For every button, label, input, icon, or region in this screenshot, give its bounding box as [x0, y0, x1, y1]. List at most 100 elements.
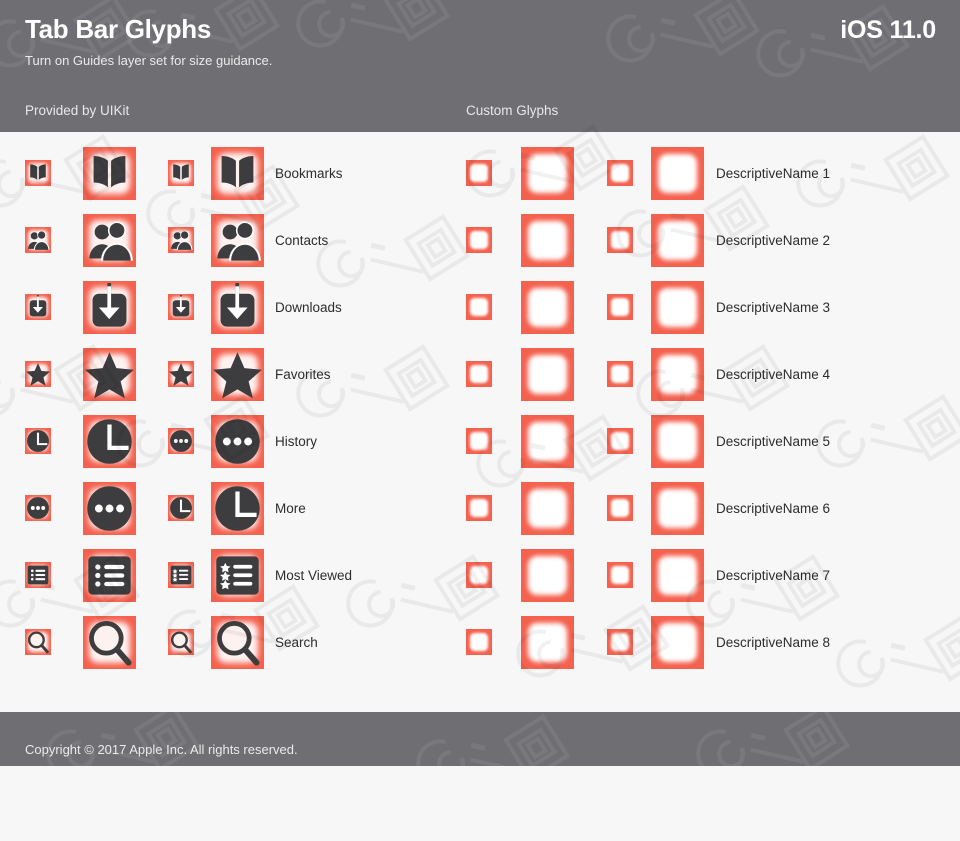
custom-glyph-large-regular[interactable]: [521, 348, 574, 401]
custom-glyph-small-regular[interactable]: [466, 361, 492, 387]
custom-glyph-small-compact[interactable]: [607, 294, 633, 320]
empty-placeholder-icon-art: [521, 616, 574, 669]
empty-placeholder-icon-art: [607, 160, 633, 186]
star-icon: [168, 361, 194, 387]
glyph-row: DescriptiveName 8: [0, 609, 960, 676]
empty-placeholder-icon-art: [651, 348, 704, 401]
custom-glyph-label: DescriptiveName 1: [716, 166, 831, 181]
custom-glyph-large-regular[interactable]: [521, 147, 574, 200]
glyph-row: DescriptiveName 4: [0, 341, 960, 408]
uikit-glyph-large-regular[interactable]: [83, 147, 136, 200]
custom-glyph-large-compact[interactable]: [651, 214, 704, 267]
custom-glyph-label: DescriptiveName 8: [716, 635, 831, 650]
uikit-glyph-large-regular[interactable]: [83, 415, 136, 468]
custom-glyph-small-regular[interactable]: [466, 227, 492, 253]
search-icon: [25, 629, 51, 655]
custom-glyph-large-regular[interactable]: [521, 415, 574, 468]
custom-glyph-small-regular[interactable]: [466, 160, 492, 186]
uikit-glyph-small-compact[interactable]: [168, 629, 194, 655]
empty-placeholder-icon-art: [651, 214, 704, 267]
empty-placeholder-icon: [521, 147, 574, 200]
empty-placeholder-icon: [651, 348, 704, 401]
custom-glyph-small-compact[interactable]: [607, 361, 633, 387]
uikit-glyph-large-compact[interactable]: [211, 415, 264, 468]
custom-glyph-large-regular[interactable]: [521, 482, 574, 535]
uikit-glyph-small-regular[interactable]: [25, 227, 51, 253]
star-icon-art: [25, 361, 51, 387]
uikit-glyph-large-regular[interactable]: [83, 348, 136, 401]
empty-placeholder-icon: [651, 415, 704, 468]
custom-glyph-large-regular[interactable]: [521, 549, 574, 602]
empty-placeholder-icon-art: [651, 281, 704, 334]
uikit-glyph-large-regular[interactable]: [83, 549, 136, 602]
empty-placeholder-icon: [466, 294, 492, 320]
empty-placeholder-icon: [521, 415, 574, 468]
uikit-glyph-large-regular[interactable]: [83, 616, 136, 669]
star-icon: [211, 348, 264, 401]
empty-placeholder-icon-art: [651, 482, 704, 535]
empty-placeholder-icon: [521, 348, 574, 401]
uikit-glyph-small-regular[interactable]: [25, 562, 51, 588]
custom-glyph-large-regular[interactable]: [521, 281, 574, 334]
custom-glyph-large-compact[interactable]: [651, 616, 704, 669]
custom-glyph-large-regular[interactable]: [521, 616, 574, 669]
uikit-glyph-small-regular[interactable]: [25, 428, 51, 454]
custom-glyph-large-compact[interactable]: [651, 549, 704, 602]
custom-glyph-small-compact[interactable]: [607, 562, 633, 588]
uikit-glyph-large-compact[interactable]: [211, 348, 264, 401]
custom-glyph-large-compact[interactable]: [651, 348, 704, 401]
custom-glyph-small-compact[interactable]: [607, 227, 633, 253]
uikit-glyph-large-regular[interactable]: [83, 281, 136, 334]
download-icon-art: [168, 294, 194, 320]
uikit-glyph-large-regular[interactable]: [83, 214, 136, 267]
custom-glyph-label: DescriptiveName 5: [716, 434, 831, 449]
uikit-glyph-large-compact[interactable]: [211, 616, 264, 669]
uikit-glyph-small-regular[interactable]: [25, 160, 51, 186]
uikit-glyph-small-compact[interactable]: [168, 361, 194, 387]
custom-glyph-large-compact[interactable]: [651, 415, 704, 468]
uikit-glyph-small-compact[interactable]: [168, 562, 194, 588]
page-subtitle: Turn on Guides layer set for size guidan…: [25, 53, 273, 68]
uikit-glyph-large-regular[interactable]: [83, 482, 136, 535]
empty-placeholder-icon: [466, 361, 492, 387]
uikit-glyph-small-regular[interactable]: [25, 495, 51, 521]
uikit-glyph-large-compact[interactable]: [211, 147, 264, 200]
uikit-glyph-small-regular[interactable]: [25, 361, 51, 387]
clock-icon: [25, 428, 51, 454]
uikit-glyph-small-regular[interactable]: [25, 629, 51, 655]
custom-glyph-label: DescriptiveName 6: [716, 501, 831, 516]
uikit-glyph-small-compact[interactable]: [168, 428, 194, 454]
uikit-glyph-large-compact[interactable]: [211, 281, 264, 334]
custom-glyph-small-regular[interactable]: [466, 629, 492, 655]
search-icon-art: [168, 629, 194, 655]
uikit-glyph-large-compact[interactable]: [211, 482, 264, 535]
custom-glyph-small-compact[interactable]: [607, 629, 633, 655]
custom-glyph-large-regular[interactable]: [521, 214, 574, 267]
glyph-grid: Bookmarks Contacts Downloads Favorites Histo…: [0, 132, 960, 712]
uikit-glyph-small-regular[interactable]: [25, 294, 51, 320]
star-icon: [83, 348, 136, 401]
uikit-glyph-small-compact[interactable]: [168, 227, 194, 253]
custom-glyph-small-regular[interactable]: [466, 428, 492, 454]
contacts-icon: [83, 214, 136, 267]
custom-glyph-large-compact[interactable]: [651, 147, 704, 200]
glyph-spec-sheet: Tab Bar Glyphs Turn on Guides layer set …: [0, 0, 960, 788]
ellipsis-icon-art: [211, 415, 264, 468]
uikit-glyph-large-compact[interactable]: [211, 549, 264, 602]
uikit-glyph-large-compact[interactable]: [211, 214, 264, 267]
custom-glyph-small-compact[interactable]: [607, 495, 633, 521]
custom-glyph-small-compact[interactable]: [607, 160, 633, 186]
uikit-glyph-small-compact[interactable]: [168, 495, 194, 521]
custom-glyph-small-regular[interactable]: [466, 294, 492, 320]
list-icon: [83, 549, 136, 602]
custom-glyph-small-regular[interactable]: [466, 562, 492, 588]
download-icon: [211, 281, 264, 334]
custom-glyph-small-regular[interactable]: [466, 495, 492, 521]
uikit-glyph-small-compact[interactable]: [168, 160, 194, 186]
custom-glyph-large-compact[interactable]: [651, 281, 704, 334]
contacts-icon: [168, 227, 194, 253]
contacts-icon-art: [25, 227, 51, 253]
uikit-glyph-small-compact[interactable]: [168, 294, 194, 320]
custom-glyph-large-compact[interactable]: [651, 482, 704, 535]
custom-glyph-small-compact[interactable]: [607, 428, 633, 454]
